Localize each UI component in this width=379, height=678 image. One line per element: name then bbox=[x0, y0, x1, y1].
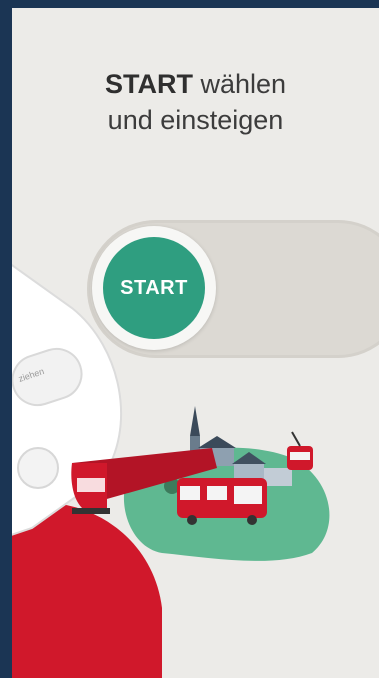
title-line2: und einsteigen bbox=[107, 105, 284, 135]
bus-icon bbox=[177, 478, 267, 525]
page-title: START wählen und einsteigen bbox=[12, 66, 379, 138]
onboarding-panel: ziehen START wählen und einsteigen START bbox=[12, 8, 379, 678]
start-button[interactable]: START bbox=[103, 237, 205, 339]
start-button-label: START bbox=[120, 276, 188, 299]
tram-icon bbox=[287, 431, 313, 470]
title-bold: START bbox=[104, 69, 193, 99]
title-line1-rest: wählen bbox=[192, 69, 287, 99]
